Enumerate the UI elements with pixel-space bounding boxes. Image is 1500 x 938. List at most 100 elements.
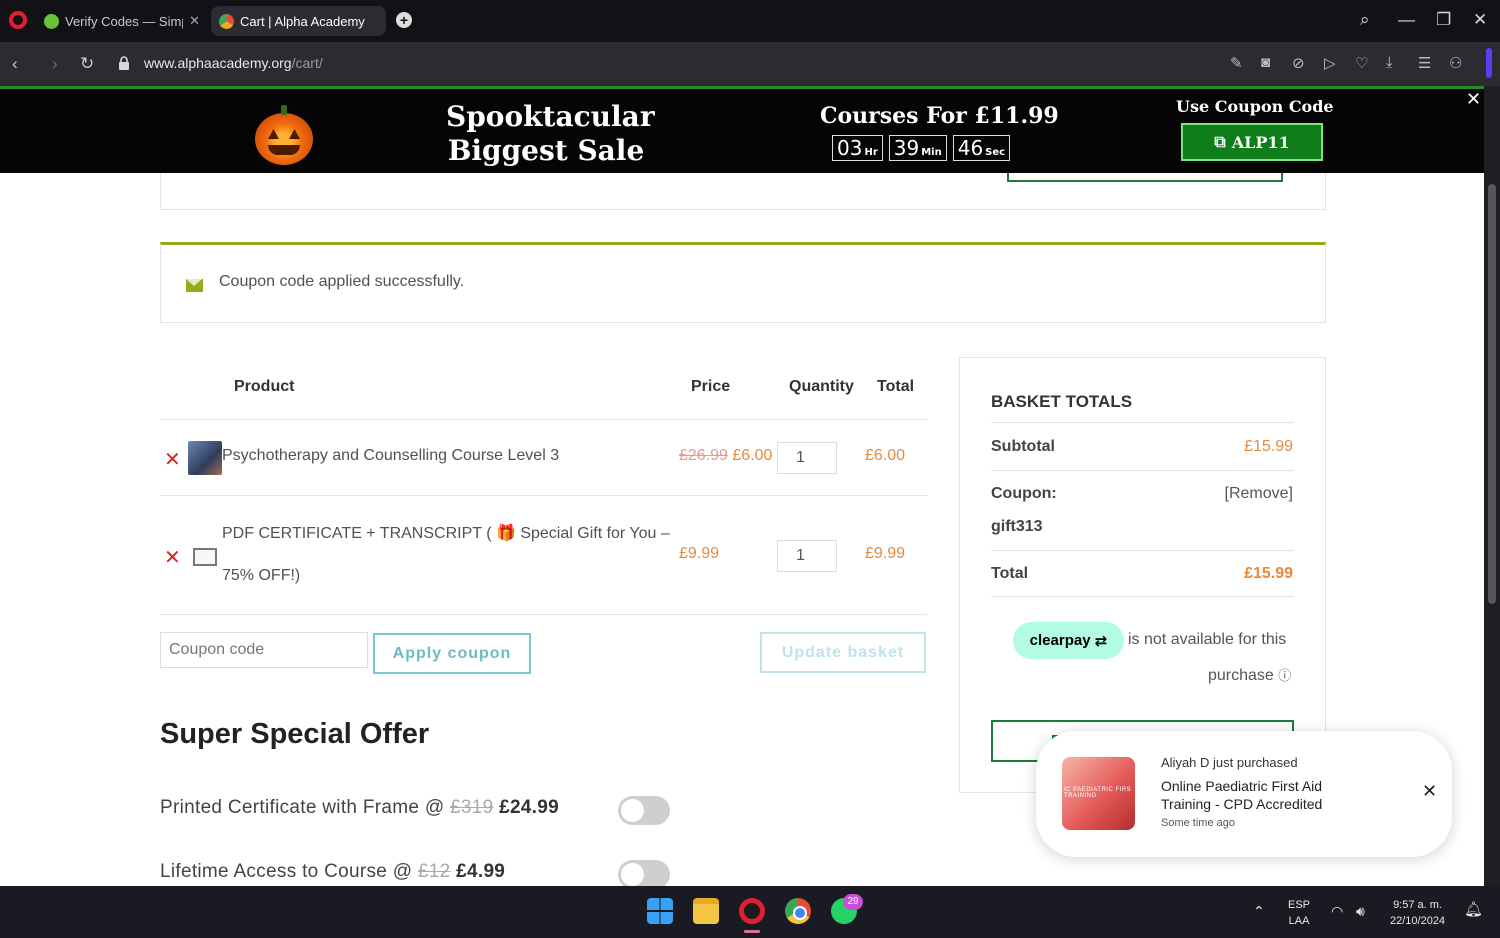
windows-start-icon[interactable]: [647, 898, 673, 924]
chrome-icon[interactable]: [785, 898, 811, 924]
timer-seconds-unit: Sec: [985, 147, 1006, 158]
url-field[interactable]: www.alphaacademy.org/cart/: [144, 55, 323, 71]
remove-item-icon[interactable]: ✕: [164, 447, 181, 472]
camera-icon[interactable]: ◙: [1261, 54, 1270, 71]
applied-coupon-code: gift313: [991, 518, 1043, 535]
minimize-icon[interactable]: —: [1398, 10, 1415, 30]
subtotal-label: Subtotal: [991, 438, 1055, 455]
snapshot-edit-icon[interactable]: ✎: [1230, 54, 1243, 72]
remove-coupon-link[interactable]: [Remove]: [1225, 485, 1293, 503]
url-path: /cart/: [291, 55, 323, 71]
chevron-up-icon[interactable]: ⌃: [1253, 903, 1265, 919]
quantity-input[interactable]: 1: [777, 442, 837, 474]
adblock-icon[interactable]: ⊘: [1292, 54, 1305, 72]
offer-price: £4.99: [456, 861, 506, 882]
header-price: Price: [691, 378, 731, 395]
tab-close-icon[interactable]: ✕: [189, 13, 200, 29]
volume-icon[interactable]: 🔊︎: [1356, 903, 1365, 919]
promo-title-line1: Spooktacular: [446, 100, 655, 133]
clock-date: 22/10/2024: [1390, 915, 1446, 927]
offer-label: Printed Certificate with Frame @: [160, 797, 445, 818]
product-name-line2[interactable]: 75% OFF!): [222, 567, 300, 585]
scrollbar-thumb[interactable]: [1488, 184, 1496, 604]
offer-old-price: £12: [417, 861, 451, 882]
previous-section-box: [160, 173, 1326, 210]
timer-hours-unit: Hr: [864, 147, 878, 158]
info-icon[interactable]: ⓘ: [1278, 668, 1291, 683]
copy-icon: ⧉: [1214, 132, 1226, 151]
copy-coupon-button[interactable]: ⧉ ALP11: [1181, 123, 1323, 161]
promo-price: Courses For £11.99: [820, 103, 1059, 129]
previous-section-button-edge[interactable]: [1007, 173, 1283, 182]
divider: [160, 614, 927, 615]
remove-item-icon[interactable]: ✕: [164, 545, 181, 570]
player-icon[interactable]: ▷: [1324, 54, 1336, 72]
easy-setup-icon[interactable]: ☰: [1418, 54, 1431, 72]
certificate-thumbnail[interactable]: [193, 548, 217, 566]
search-tabs-icon[interactable]: ⌕: [1360, 10, 1370, 30]
offer-printed-certificate: Printed Certificate with Frame @ £319 £2…: [160, 797, 559, 819]
clock[interactable]: 9:57 a. m. 22/10/2024: [1390, 897, 1445, 929]
pumpkin-icon: [255, 105, 313, 165]
back-icon[interactable]: ‹: [12, 54, 18, 74]
profile-icon[interactable]: ⚇: [1449, 54, 1462, 72]
close-window-icon[interactable]: ✕: [1473, 10, 1487, 30]
product-thumbnail[interactable]: [188, 441, 222, 475]
restore-icon[interactable]: ❐: [1436, 10, 1451, 30]
sidebar-toggle[interactable]: [1486, 48, 1492, 78]
total-value: £15.99: [1244, 565, 1293, 582]
notifications-icon[interactable]: 🔔︎: [1464, 902, 1483, 918]
offer-old-price: £319: [450, 797, 494, 818]
opera-menu-icon[interactable]: [9, 11, 27, 29]
wifi-icon[interactable]: ◠: [1331, 903, 1343, 919]
product-price: £9.99: [679, 545, 720, 562]
timer-minutes: 39 Min: [888, 135, 947, 161]
update-basket-button[interactable]: Update basket: [760, 632, 926, 673]
coupon-label: Coupon:: [991, 485, 1057, 502]
tab-title: Cart | Alpha Academy: [240, 13, 365, 29]
apply-coupon-button[interactable]: Apply coupon: [373, 633, 531, 674]
offer-price: £24.99: [499, 797, 559, 818]
quantity-input[interactable]: 1: [777, 540, 837, 572]
old-price: £26.99: [679, 447, 728, 464]
heart-icon[interactable]: ♡: [1355, 54, 1368, 72]
subtotal-value: £15.99: [1244, 438, 1293, 455]
browser-tab-bar: Verify Codes — SimplyC ✕ Cart | Alpha Ac…: [0, 0, 1500, 42]
lang-line2: LAA: [1288, 915, 1310, 927]
language-indicator[interactable]: ESP LAA: [1288, 897, 1310, 929]
timer-hours: 03 Hr: [832, 135, 883, 161]
recent-purchase-popup: IC PAEDIATRIC FIRS TRAINING Aliyah D jus…: [1036, 731, 1452, 857]
offer-toggle[interactable]: [618, 796, 670, 825]
current-price: £6.00: [732, 447, 773, 464]
header-quantity: Quantity: [789, 378, 854, 395]
popup-buyer: Aliyah D just purchased: [1161, 755, 1298, 770]
close-popup-icon[interactable]: ✕: [1422, 781, 1437, 802]
forward-icon[interactable]: ›: [52, 54, 58, 74]
notice-message: Coupon code applied successfully.: [219, 273, 465, 290]
offer-toggle[interactable]: [618, 860, 670, 886]
header-total: Total: [877, 378, 915, 395]
offer-section-title: Super Special Offer: [160, 718, 430, 750]
tab-title: Verify Codes — SimplyC: [65, 13, 183, 29]
download-icon[interactable]: ⤓: [1386, 54, 1393, 71]
header-product: Product: [234, 378, 295, 395]
coupon-code-input[interactable]: Coupon code: [160, 632, 368, 668]
close-banner-icon[interactable]: ✕: [1466, 89, 1481, 110]
product-name-line1[interactable]: PDF CERTIFICATE + TRANSCRIPT ( 🎁 Special…: [222, 523, 670, 543]
popup-course[interactable]: Online Paediatric First Aid Training - C…: [1161, 777, 1371, 813]
offer-label: Lifetime Access to Course @: [160, 861, 413, 882]
file-explorer-icon[interactable]: [693, 898, 719, 924]
divider: [991, 596, 1294, 597]
promo-banner: Spooktacular Biggest Sale Courses For £1…: [0, 86, 1484, 173]
new-tab-button[interactable]: +: [396, 12, 412, 28]
reload-icon[interactable]: ↻: [80, 54, 94, 74]
clearpay-logo: clearpay ⇄: [1013, 622, 1124, 659]
page-scrollbar[interactable]: [1484, 86, 1500, 886]
course-thumbnail[interactable]: IC PAEDIATRIC FIRS TRAINING: [1062, 757, 1135, 830]
clock-time: 9:57 a. m.: [1393, 899, 1442, 911]
opera-taskbar-icon[interactable]: [739, 898, 765, 924]
tab-verify-codes[interactable]: Verify Codes — SimplyC ✕: [36, 6, 208, 36]
clearpay-message: is not available for this: [1128, 631, 1287, 648]
tab-cart[interactable]: Cart | Alpha Academy: [211, 6, 386, 36]
product-name[interactable]: Psychotherapy and Counselling Course Lev…: [222, 447, 559, 465]
